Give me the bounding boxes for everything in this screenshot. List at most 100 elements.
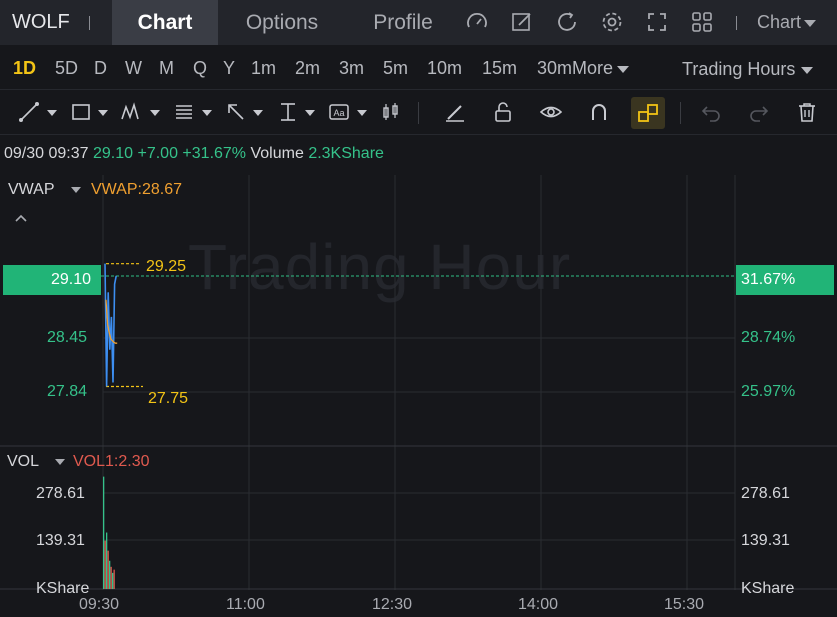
divider (736, 16, 737, 30)
rectangle-tool-icon[interactable] (70, 101, 92, 123)
quote-summary: 09/30 09:37 29.10 +7.00 +31.67% Volume 2… (4, 145, 384, 163)
tab-options[interactable]: Options (230, 0, 334, 45)
quote-change-pct: +31.67% (182, 145, 247, 162)
vol-value: VOL1:2.30 (73, 453, 150, 470)
x-tick: 15:30 (664, 596, 705, 613)
x-tick: 09:30 (79, 596, 120, 613)
magnet-icon[interactable] (588, 101, 610, 123)
divider (418, 102, 419, 124)
interval-3m[interactable]: 3m (339, 58, 364, 79)
x-tick: 12:30 (372, 596, 413, 613)
quote-price: 29.10 (92, 145, 134, 162)
chevron-down-icon (804, 19, 817, 27)
vol-tick-left: 139.31 (36, 532, 85, 549)
fullscreen-icon[interactable] (645, 10, 669, 34)
quote-datetime: 09/30 09:37 (4, 145, 89, 162)
top-nav-bar: WOLF Chart Options Profile Chart (0, 0, 837, 45)
vol-unit-right: KShare (741, 580, 795, 597)
redo-icon[interactable] (748, 101, 770, 123)
low-marker-label: 27.75 (148, 390, 189, 407)
arrow-tool-icon[interactable] (225, 101, 247, 123)
volume-bar (103, 476, 105, 589)
x-tick: 11:00 (226, 596, 265, 613)
undo-icon[interactable] (700, 101, 722, 123)
y-tick-right: 25.97% (741, 383, 796, 400)
interval-y[interactable]: Y (223, 58, 235, 79)
interval-30m[interactable]: 30m (537, 58, 572, 79)
interval-15m[interactable]: 15m (482, 58, 517, 79)
chart-type-menu[interactable]: Chart (757, 12, 817, 33)
x-tick: 14:00 (518, 596, 559, 613)
chevron-down-icon (801, 66, 814, 74)
vol-indicator-label[interactable]: VOL (7, 453, 39, 471)
caret-down-icon[interactable] (305, 110, 315, 116)
trading-hours-label: Trading Hours (682, 59, 796, 79)
more-intervals-button[interactable]: More (572, 58, 630, 79)
price-series-line (104, 263, 117, 387)
pattern-tool-icon[interactable] (120, 101, 142, 123)
vwap-indicator-label[interactable]: VWAP (8, 181, 55, 199)
volume-bar (107, 550, 109, 589)
caret-down-icon[interactable] (253, 110, 263, 116)
interval-10m[interactable]: 10m (427, 58, 462, 79)
unlock-icon[interactable] (492, 101, 514, 123)
interval-1d[interactable]: 1D (13, 58, 36, 79)
caret-down-icon[interactable] (98, 110, 108, 116)
refresh-icon[interactable] (555, 10, 579, 34)
interval-1m[interactable]: 1m (251, 58, 276, 79)
measure-tool-icon[interactable] (277, 101, 299, 123)
caret-down-icon[interactable] (357, 110, 367, 116)
pencil-icon[interactable] (444, 101, 466, 123)
gauge-icon[interactable] (465, 10, 489, 34)
current-pct-badge: 31.67% (736, 265, 834, 295)
svg-text:Aa: Aa (333, 108, 344, 118)
interval-5d[interactable]: 5D (55, 58, 78, 79)
eye-icon[interactable] (540, 101, 562, 123)
interval-5m[interactable]: 5m (383, 58, 408, 79)
candlestick-tool-icon[interactable] (380, 101, 402, 123)
interval-d[interactable]: D (94, 58, 107, 79)
caret-down-icon[interactable] (55, 459, 65, 465)
vol-tick-right: 278.61 (741, 485, 790, 502)
y-tick-right: 28.74% (741, 329, 796, 346)
y-tick-left: 27.84 (47, 383, 88, 400)
gear-icon[interactable] (600, 10, 624, 34)
tab-chart[interactable]: Chart (112, 0, 218, 45)
volume-bar (110, 566, 112, 589)
link-icon (638, 104, 658, 122)
price-chart[interactable] (0, 175, 837, 617)
caret-down-icon[interactable] (202, 110, 212, 116)
interval-q[interactable]: Q (193, 58, 207, 79)
chevron-up-icon[interactable] (14, 213, 28, 223)
link-toggle-active[interactable] (631, 97, 665, 129)
chart-grid (0, 175, 837, 590)
trash-icon[interactable] (796, 101, 818, 123)
volume-bar (112, 572, 114, 589)
trading-hours-menu[interactable]: Trading Hours (682, 59, 814, 80)
caret-down-icon[interactable] (150, 110, 160, 116)
current-price-badge: 29.10 (3, 265, 101, 295)
price-lines (101, 263, 736, 388)
tab-profile[interactable]: Profile (360, 0, 446, 45)
trend-line-tool-icon[interactable] (18, 101, 40, 123)
edit-icon[interactable] (510, 10, 534, 34)
fibonacci-tool-icon[interactable] (173, 101, 195, 123)
divider (680, 102, 681, 124)
chart-menu-label: Chart (757, 12, 802, 32)
caret-down-icon[interactable] (47, 110, 57, 116)
y-tick-left: 28.45 (47, 329, 88, 346)
ticker-symbol[interactable]: WOLF (12, 11, 70, 34)
volume-bar (104, 540, 106, 589)
vol-tick-right: 139.31 (741, 532, 790, 549)
vol-tick-left: 278.61 (36, 485, 85, 502)
caret-down-icon[interactable] (71, 187, 81, 193)
interval-2m[interactable]: 2m (295, 58, 320, 79)
interval-m[interactable]: M (159, 58, 174, 79)
more-label: More (572, 58, 614, 78)
grid-layout-icon[interactable] (690, 10, 714, 34)
text-tool-icon[interactable]: Aa (328, 101, 350, 123)
divider (89, 16, 90, 30)
volume-bar (109, 560, 111, 589)
interval-w[interactable]: W (125, 58, 142, 79)
vwap-value: VWAP:28.67 (91, 181, 183, 198)
